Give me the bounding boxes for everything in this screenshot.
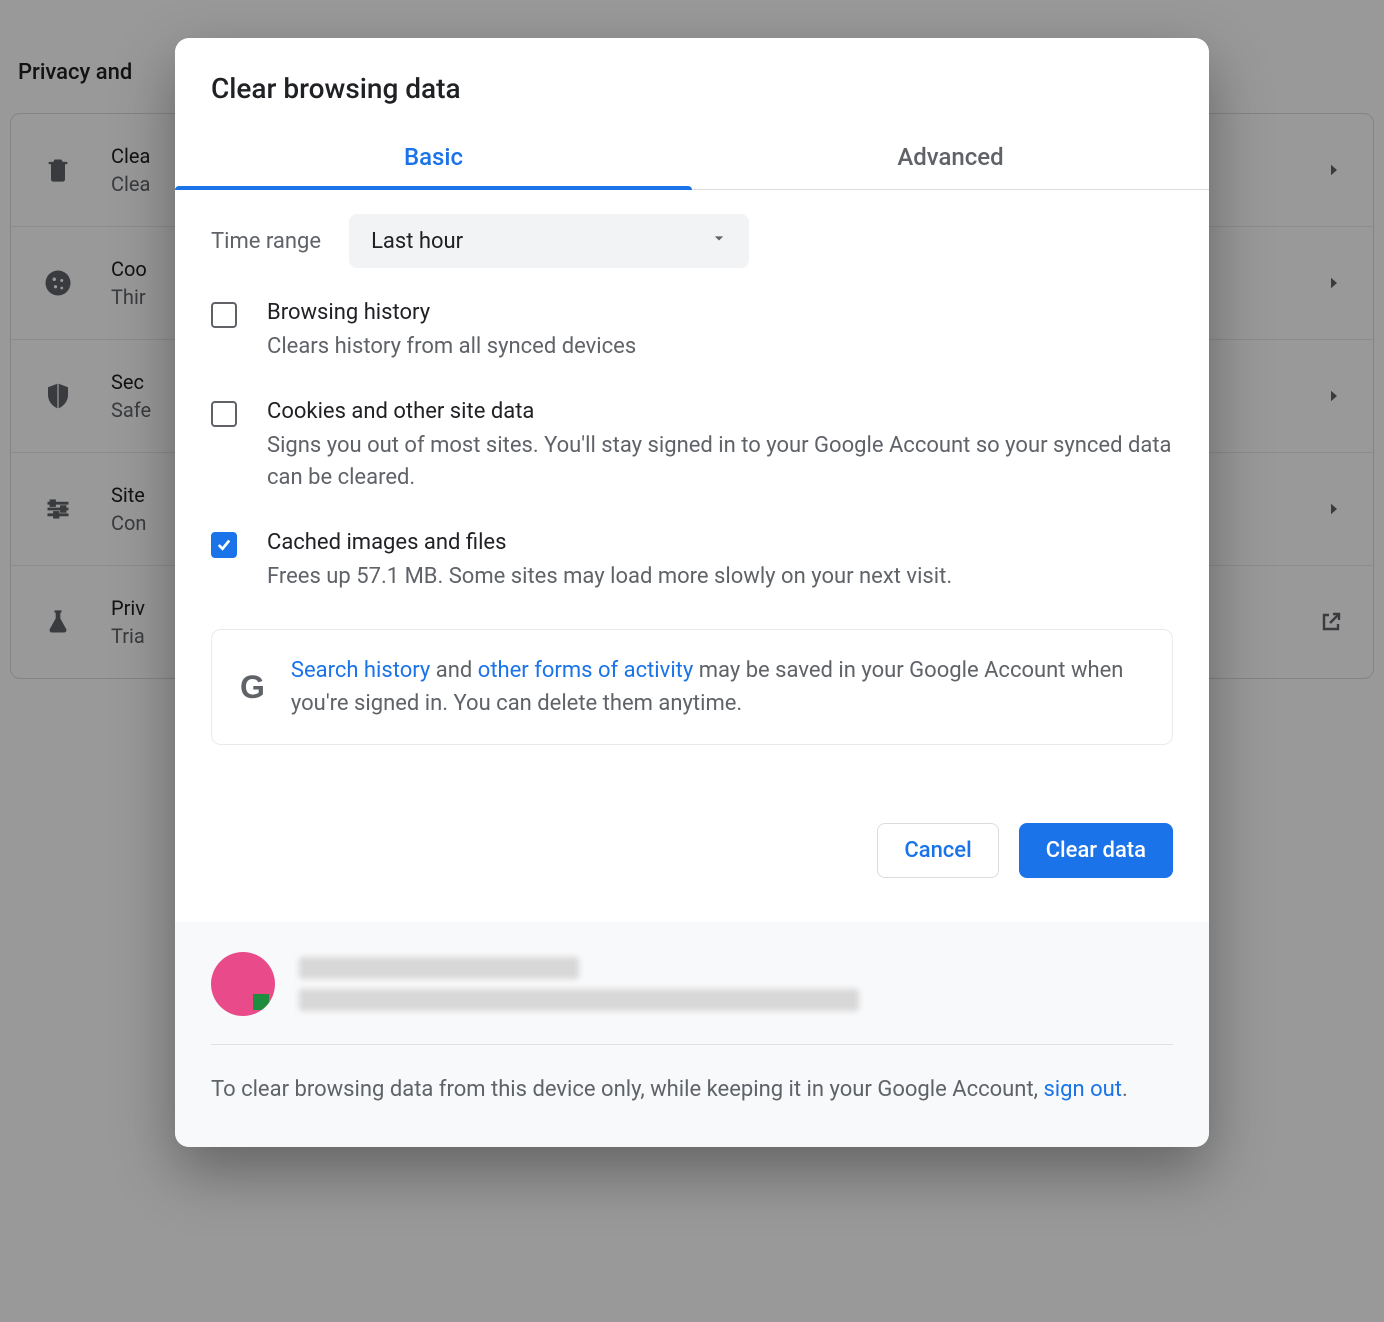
option-title: Cached images and files — [267, 530, 1173, 555]
tab-basic[interactable]: Basic — [175, 129, 692, 189]
link-other-activity[interactable]: other forms of activity — [478, 658, 694, 683]
clear-data-button[interactable]: Clear data — [1019, 823, 1173, 878]
link-search-history[interactable]: Search history — [291, 658, 430, 683]
tab-advanced[interactable]: Advanced — [692, 129, 1209, 189]
clear-browsing-data-dialog: Clear browsing data Basic Advanced Time … — [175, 38, 1209, 1147]
redacted-profile-text — [299, 957, 1173, 1011]
option-browsing-history: Browsing history Clears history from all… — [211, 300, 1173, 363]
option-title: Browsing history — [267, 300, 1173, 325]
time-range-value: Last hour — [371, 229, 463, 254]
avatar — [211, 952, 275, 1016]
google-logo-icon: G — [240, 671, 265, 703]
cancel-button[interactable]: Cancel — [877, 823, 998, 878]
note-text: Search history and other forms of activi… — [291, 654, 1144, 720]
checkbox-cookies[interactable] — [211, 401, 237, 427]
checkbox-cache[interactable] — [211, 532, 237, 558]
chevron-down-icon — [709, 228, 729, 254]
option-cookies: Cookies and other site data Signs you ou… — [211, 399, 1173, 494]
dialog-footer: To clear browsing data from this device … — [175, 922, 1209, 1147]
signed-in-profile — [211, 952, 1173, 1045]
option-title: Cookies and other site data — [267, 399, 1173, 424]
option-subtitle: Clears history from all synced devices — [267, 331, 1173, 363]
link-sign-out[interactable]: sign out — [1043, 1077, 1122, 1102]
checkbox-browsing-history[interactable] — [211, 302, 237, 328]
time-range-label: Time range — [211, 229, 321, 254]
time-range-select[interactable]: Last hour — [349, 214, 749, 268]
google-account-note: G Search history and other forms of acti… — [211, 629, 1173, 745]
dialog-tabs: Basic Advanced — [175, 129, 1209, 190]
option-subtitle: Frees up 57.1 MB. Some sites may load mo… — [267, 561, 1173, 593]
dialog-title: Clear browsing data — [175, 38, 1209, 129]
option-cache: Cached images and files Frees up 57.1 MB… — [211, 530, 1173, 593]
option-subtitle: Signs you out of most sites. You'll stay… — [267, 430, 1173, 494]
footer-text: To clear browsing data from this device … — [211, 1073, 1173, 1107]
